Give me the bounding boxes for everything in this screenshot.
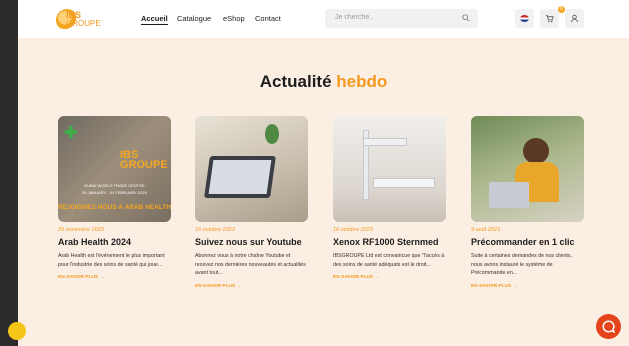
read-more-link[interactable]: EN SAVOIR PLUS → <box>195 284 308 289</box>
news-title[interactable]: Xenox RF1000 Sternmed <box>333 237 446 247</box>
header: IBS GROUPE Accueil Catalogue eShop Conta… <box>18 0 629 38</box>
account-button[interactable] <box>565 9 584 28</box>
user-icon <box>570 14 579 23</box>
title-highlight: hebdo <box>336 72 388 91</box>
news-title[interactable]: Arab Health 2024 <box>58 237 171 247</box>
xray-table <box>373 178 435 188</box>
cart-badge: 0 <box>558 6 565 13</box>
floating-badge[interactable] <box>8 322 26 340</box>
news-title[interactable]: Suivez nous sur Youtube <box>195 237 308 247</box>
section-title: Actualité hebdo <box>18 72 629 92</box>
chat-icon <box>602 320 615 333</box>
laptop-screen <box>208 160 272 194</box>
nav-catalogue[interactable]: Catalogue <box>177 14 211 23</box>
news-image-caption: DUBAI WORLD TRADE CENTRE <box>84 183 145 188</box>
laptop-illustration <box>489 182 529 208</box>
chat-button[interactable] <box>596 314 621 339</box>
search-placeholder: Je cherche.. <box>335 14 374 21</box>
nav-eshop[interactable]: eShop <box>223 14 245 23</box>
news-image-dates: 29 JANUARY - 01 FEBRUARY 2024 <box>82 190 147 195</box>
cart-icon <box>545 14 554 23</box>
news-card[interactable]: 16 octobre 2023 Xenox RF1000 Sternmed IB… <box>333 116 446 280</box>
news-image-precommande[interactable] <box>471 116 584 222</box>
page: IBS GROUPE Accueil Catalogue eShop Conta… <box>18 0 629 346</box>
plant-illustration <box>265 124 279 144</box>
flag-icon <box>520 15 529 22</box>
news-card[interactable]: ✚ IBS GROUPE DUBAI WORLD TRADE CENTRE 29… <box>58 116 171 280</box>
news-card[interactable]: 9 août 2023 Précommander en 1 clic Suite… <box>471 116 584 289</box>
nav-contact[interactable]: Contact <box>255 14 281 23</box>
read-more-link[interactable]: EN SAVOIR PLUS → <box>333 275 446 280</box>
logo-subtext: GROUPE <box>66 19 101 28</box>
news-excerpt: IBSGROUPE Ltd est convaincue que "l'accè… <box>333 253 445 268</box>
news-image-brand: IBS GROUPE <box>120 149 168 171</box>
news-image-banner: REJOIGNEZ-NOUS À ARAB HEALTH <box>58 204 171 211</box>
language-button[interactable] <box>515 9 534 28</box>
news-date: 9 août 2023 <box>471 227 501 233</box>
logo[interactable]: IBS GROUPE <box>56 9 101 31</box>
search-icon[interactable] <box>462 14 470 22</box>
plus-icon: ✚ <box>64 125 78 142</box>
news-title[interactable]: Précommander en 1 clic <box>471 237 584 247</box>
nav-accueil[interactable]: Accueil <box>141 14 168 25</box>
news-excerpt: Arab Health est l'événement le plus impo… <box>58 253 165 268</box>
search-input[interactable]: Je cherche.. <box>325 9 478 28</box>
news-image-arab-health[interactable]: ✚ IBS GROUPE DUBAI WORLD TRADE CENTRE 29… <box>58 116 171 222</box>
read-more-link[interactable]: EN SAVOIR PLUS → <box>471 284 584 289</box>
read-more-link[interactable]: EN SAVOIR PLUS → <box>58 275 171 280</box>
person-illustration <box>523 138 549 164</box>
news-image-xenox[interactable] <box>333 116 446 222</box>
cart-button[interactable] <box>540 9 559 28</box>
news-date: 29 novembre 2023 <box>58 227 104 233</box>
news-excerpt: Abonnez vous à notre chaîne Youtube et r… <box>195 253 306 276</box>
news-card[interactable]: 16 octobre 2023 Suivez nous sur Youtube … <box>195 116 308 289</box>
news-date: 16 octobre 2023 <box>195 227 235 233</box>
xray-arm <box>363 138 407 146</box>
title-main: Actualité <box>259 72 332 91</box>
news-excerpt: Suite à certaines demandes de nos client… <box>471 253 572 276</box>
news-date: 16 octobre 2023 <box>333 227 373 233</box>
news-image-youtube[interactable] <box>195 116 308 222</box>
